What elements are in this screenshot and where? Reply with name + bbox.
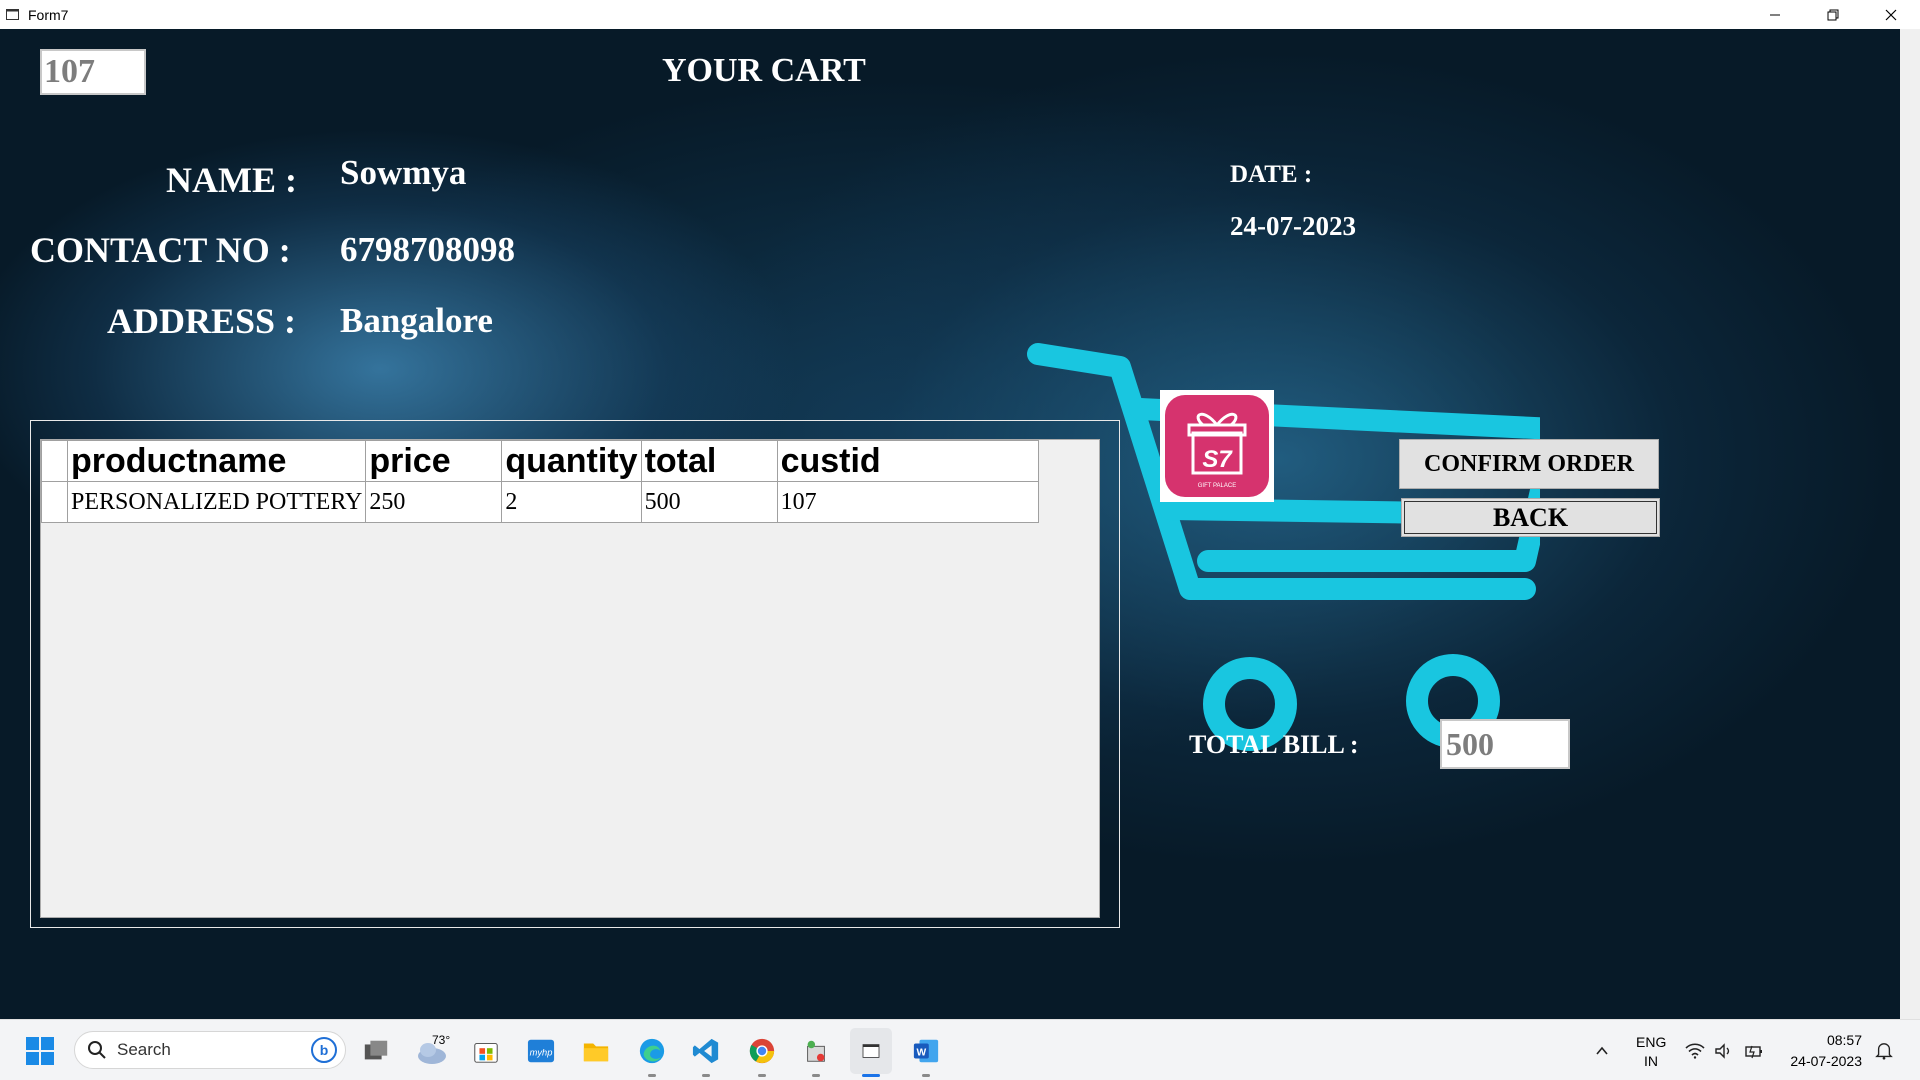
gift-palace-logo: S7 GIFT PALACE <box>1160 390 1274 502</box>
cart-heading: YOUR CART <box>662 52 866 89</box>
svg-text:myhp: myhp <box>530 1048 553 1058</box>
word-icon[interactable]: W <box>910 1035 942 1067</box>
active-app-icon[interactable] <box>850 1028 892 1074</box>
notification-icon[interactable] <box>1870 1035 1898 1067</box>
minimize-icon <box>1770 14 1780 15</box>
battery-icon[interactable] <box>1742 1035 1766 1067</box>
column-header[interactable]: total <box>640 440 778 482</box>
contact-value: 6798708098 <box>340 230 515 269</box>
column-header[interactable]: price <box>365 440 503 482</box>
windows-start-icon[interactable] <box>24 1035 56 1067</box>
myhp-icon[interactable]: myhp <box>525 1035 557 1067</box>
close-button[interactable] <box>1862 0 1920 29</box>
task-view-icon[interactable] <box>360 1035 392 1067</box>
app-running-indicator <box>812 1074 820 1077</box>
search-placeholder: Search <box>117 1040 171 1059</box>
table-cell[interactable]: 500 <box>640 481 778 523</box>
chrome-running-indicator <box>758 1074 766 1077</box>
close-icon <box>1885 9 1897 20</box>
language-top[interactable]: ENG <box>1636 1033 1666 1051</box>
vertical-scrollbar[interactable] <box>1900 29 1920 1019</box>
address-label: ADDRESS : <box>107 301 297 341</box>
taskbar: Search b 73° myhp W ENG IN 08:57 24-07-2… <box>0 1019 1920 1080</box>
name-value: Sowmya <box>340 153 467 192</box>
contact-label: CONTACT NO : <box>30 230 291 270</box>
wifi-icon[interactable] <box>1682 1035 1708 1067</box>
weather-temp: 73° <box>432 1033 451 1047</box>
minimize-button[interactable] <box>1746 0 1804 29</box>
clock-time[interactable]: 08:57 <box>1802 1031 1862 1049</box>
total-bill-label: TOTAL BILL : <box>1189 730 1359 759</box>
volume-icon[interactable] <box>1712 1035 1736 1067</box>
row-header[interactable] <box>41 481 68 523</box>
table-cell[interactable]: 250 <box>365 481 503 523</box>
active-app-indicator <box>862 1074 880 1077</box>
gift-logo-icon: S7 GIFT PALACE <box>1165 395 1269 497</box>
column-header[interactable]: productname <box>66 440 367 482</box>
cart-form: 107 YOUR CART NAME : CONTACT NO : ADDRES… <box>0 29 1900 1019</box>
restore-button[interactable] <box>1804 0 1862 29</box>
restore-icon <box>1827 9 1839 20</box>
table-row[interactable]: PERSONALIZED POTTERY 250 2 500 107 <box>41 481 1039 523</box>
column-header[interactable]: quantity <box>501 440 642 482</box>
app-icon[interactable] <box>800 1035 832 1067</box>
table-cell[interactable]: 107 <box>776 481 1039 523</box>
edge-running-indicator <box>648 1074 656 1077</box>
row-header-corner[interactable] <box>41 440 68 482</box>
chrome-icon[interactable] <box>746 1035 778 1067</box>
title-bar: Form7 <box>0 0 1920 29</box>
total-bill-field[interactable]: 500 <box>1440 719 1570 769</box>
date-value: 24-07-2023 <box>1230 211 1356 241</box>
chevron-up-icon[interactable] <box>1586 1035 1618 1067</box>
address-value: Bangalore <box>340 301 493 340</box>
window-title: Form7 <box>28 6 69 23</box>
customer-id-field[interactable]: 107 <box>40 49 146 95</box>
logo-text: GIFT PALACE <box>1198 483 1236 489</box>
language-bottom[interactable]: IN <box>1636 1052 1666 1070</box>
edge-icon[interactable] <box>636 1035 668 1067</box>
svg-text:W: W <box>916 1048 926 1059</box>
clock-date[interactable]: 24-07-2023 <box>1782 1052 1862 1070</box>
table-cell[interactable]: 2 <box>501 481 642 523</box>
back-button[interactable]: BACK <box>1401 498 1660 537</box>
file-explorer-icon[interactable] <box>580 1035 612 1067</box>
search-icon <box>88 1041 106 1059</box>
cart-datagrid[interactable]: productname price quantity total custid … <box>40 439 1100 918</box>
form-app-icon <box>6 8 19 20</box>
date-label: DATE : <box>1230 161 1313 188</box>
name-label: NAME : <box>166 160 297 200</box>
cart-table: productname price quantity total custid … <box>41 440 1039 523</box>
table-header-row: productname price quantity total custid <box>41 440 1039 482</box>
vscode-icon[interactable] <box>690 1035 722 1067</box>
bing-icon: b <box>311 1037 337 1063</box>
vscode-running-indicator <box>702 1074 710 1077</box>
svg-text:b: b <box>320 1042 329 1058</box>
svg-text:S7: S7 <box>1202 446 1233 473</box>
word-running-indicator <box>922 1074 930 1077</box>
store-icon[interactable] <box>470 1035 502 1067</box>
column-header[interactable]: custid <box>776 440 1039 482</box>
confirm-order-button[interactable]: CONFIRM ORDER <box>1399 439 1659 489</box>
table-cell[interactable]: PERSONALIZED POTTERY <box>66 481 367 523</box>
taskbar-search[interactable]: Search b <box>74 1031 346 1069</box>
